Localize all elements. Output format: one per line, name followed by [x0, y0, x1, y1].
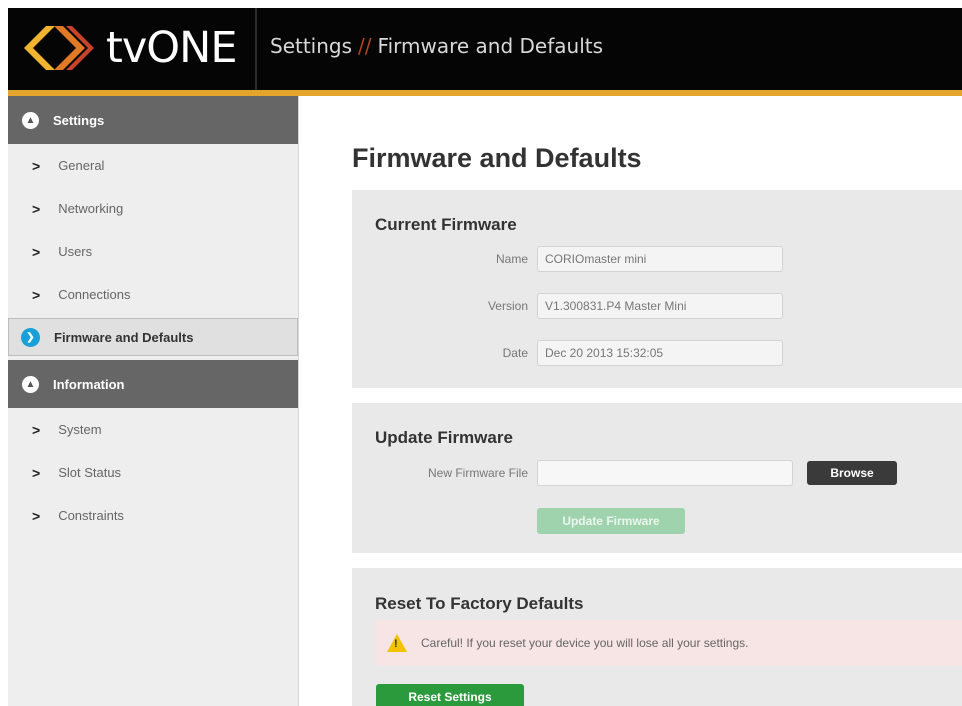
field-label: Date: [502, 346, 528, 360]
section-label: Settings: [53, 112, 105, 128]
warning-icon: !: [387, 634, 407, 652]
sidebar-item-label: Slot Status: [58, 465, 122, 480]
update-firmware-panel: Update Firmware New Firmware File Browse…: [352, 403, 962, 553]
firmware-name-field: CORIOmaster mini: [537, 246, 783, 272]
page-title: Firmware and Defaults: [352, 143, 642, 173]
breadcrumb-settings[interactable]: Settings: [270, 34, 352, 58]
app-window: tvONE Settings//Firmware and Defaults ▲ …: [8, 8, 962, 706]
panel-title: Reset To Factory Defaults: [375, 594, 584, 613]
sidebar-item-slot-status[interactable]: > Slot Status: [8, 451, 298, 494]
sidebar-item-connections[interactable]: > Connections: [8, 273, 298, 316]
reset-defaults-panel: Reset To Factory Defaults ! Careful! If …: [352, 568, 962, 706]
collapse-circle-icon: ▲: [22, 375, 39, 393]
firmware-file-row: New Firmware File: [352, 460, 793, 486]
sidebar-section-settings[interactable]: ▲ Settings: [8, 96, 298, 144]
sidebar-item-system[interactable]: > System: [8, 408, 298, 451]
breadcrumb: Settings//Firmware and Defaults: [270, 34, 603, 58]
browse-button[interactable]: Browse: [807, 461, 897, 485]
arrow-circle-icon: ❯: [21, 327, 40, 347]
firmware-date-field: Dec 20 2013 15:32:05: [537, 340, 783, 366]
sidebar-section-information[interactable]: ▲ Information: [8, 360, 298, 408]
warning-message: ! Careful! If you reset your device you …: [375, 620, 962, 666]
section-label: Information: [53, 376, 125, 392]
sidebar-item-label: Networking: [58, 201, 124, 216]
panel-title: Current Firmware: [375, 215, 517, 234]
panel-title: Update Firmware: [375, 428, 513, 447]
sidebar-item-general[interactable]: > General: [8, 144, 298, 187]
firmware-date-row: Date Dec 20 2013 15:32:05: [352, 340, 783, 366]
header-divider: [255, 8, 257, 90]
brand-logo[interactable]: tvONE: [20, 22, 237, 74]
chevron-right-icon: >: [32, 507, 41, 524]
firmware-name-row: Name CORIOmaster mini: [352, 246, 783, 272]
sidebar-item-constraints[interactable]: > Constraints: [8, 494, 298, 537]
firmware-version-field: V1.300831.P4 Master Mini: [537, 293, 783, 319]
chevron-right-icon: >: [32, 200, 41, 217]
sidebar-item-label: Users: [58, 244, 93, 259]
firmware-version-row: Version V1.300831.P4 Master Mini: [352, 293, 783, 319]
breadcrumb-separator: //: [358, 34, 372, 58]
chevron-right-icon: >: [32, 464, 41, 481]
field-label: Version: [487, 299, 528, 313]
main-content: Firmware and Defaults Current Firmware N…: [299, 96, 962, 706]
firmware-file-input[interactable]: [537, 460, 793, 486]
sidebar-item-label: System: [58, 422, 102, 437]
update-firmware-button[interactable]: Update Firmware: [537, 508, 685, 534]
sidebar-item-label: Firmware and Defaults: [54, 329, 194, 345]
chevron-right-icon: >: [32, 157, 41, 174]
chevrons-logo-icon: [24, 26, 94, 70]
brand-name: tvONE: [106, 23, 237, 73]
warning-text: Careful! If you reset your device you wi…: [421, 636, 749, 650]
collapse-circle-icon: ▲: [22, 111, 39, 129]
reset-settings-button[interactable]: Reset Settings: [376, 684, 524, 706]
field-label: Name: [495, 252, 528, 266]
breadcrumb-current: Firmware and Defaults: [377, 34, 604, 58]
sidebar: ▲ Settings > General > Networking > User…: [8, 96, 299, 706]
sidebar-item-label: General: [58, 158, 105, 173]
sidebar-item-networking[interactable]: > Networking: [8, 187, 298, 230]
field-label: New Firmware File: [427, 466, 528, 480]
current-firmware-panel: Current Firmware Name CORIOmaster mini V…: [352, 190, 962, 388]
sidebar-item-users[interactable]: > Users: [8, 230, 298, 273]
sidebar-item-label: Constraints: [58, 508, 124, 523]
chevron-right-icon: >: [32, 286, 41, 303]
top-bar: tvONE Settings//Firmware and Defaults: [8, 8, 962, 90]
chevron-right-icon: >: [32, 243, 41, 260]
sidebar-item-firmware-and-defaults[interactable]: ❯ Firmware and Defaults: [8, 318, 298, 356]
sidebar-item-label: Connections: [58, 287, 131, 302]
chevron-right-icon: >: [32, 421, 41, 438]
